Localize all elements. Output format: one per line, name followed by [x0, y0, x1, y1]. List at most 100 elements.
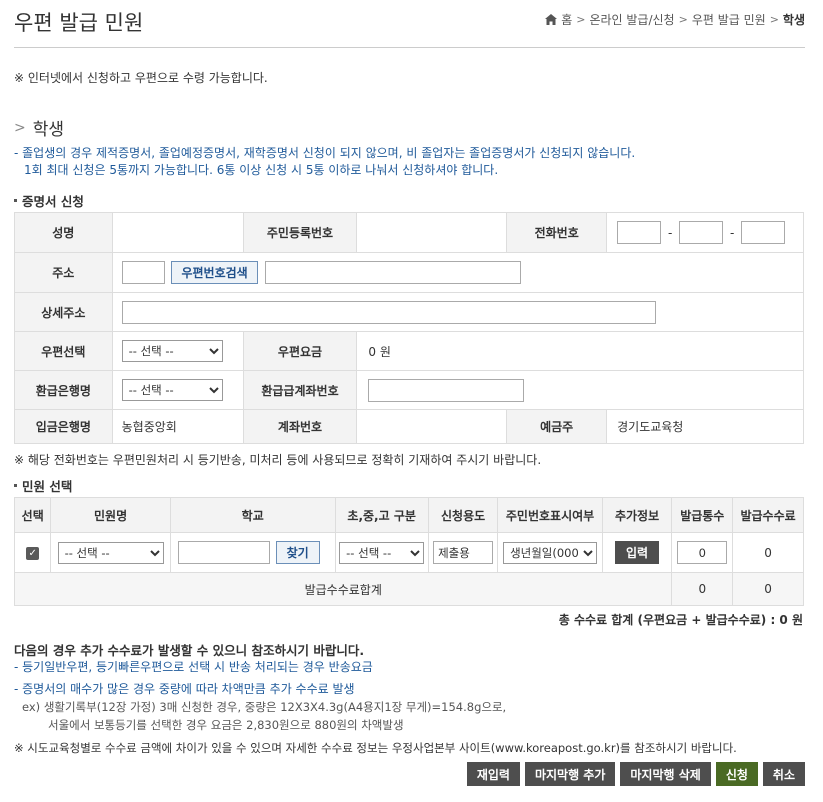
purpose-field[interactable] [433, 541, 494, 564]
count-field[interactable] [677, 541, 728, 564]
col-header-school: 학교 [169, 497, 336, 533]
col-header-select: 선택 [13, 497, 52, 533]
find-school-button[interactable]: 찾기 [275, 540, 320, 564]
phone-field-2[interactable] [679, 221, 724, 244]
civil-name-dropdown[interactable]: -- 선택 -- [57, 541, 164, 564]
rrn-value [356, 212, 508, 253]
cancel-button[interactable]: 취소 [762, 762, 805, 786]
cert-form-heading: 증명서 신청 [14, 191, 84, 210]
cert-form-heading-label: 증명서 신청 [22, 194, 84, 209]
refund-account-label: 환급급계좌번호 [242, 370, 358, 410]
section-note: - 졸업생의 경우 제적증명서, 졸업예정증명서, 재학증명서 신청이 되지 않… [14, 146, 636, 160]
bullet-icon [14, 199, 17, 202]
depositor-label: 예금주 [506, 409, 608, 444]
row-checkbox[interactable]: ✓ [26, 547, 40, 561]
zip-search-button[interactable]: 우편번호검색 [171, 260, 258, 284]
check-icon: ✓ [28, 547, 37, 559]
fee-value: 0 [732, 532, 804, 573]
rrn-display-cell: 생년월일(000 [497, 532, 603, 573]
action-bar: 재입력 마지막행 추가 마지막행 삭제 신청 취소 [466, 762, 805, 786]
breadcrumb-postal-issue[interactable]: 우편 발급 민원 [692, 11, 766, 28]
zip-code-field[interactable] [121, 261, 165, 285]
section-title: 학생 [32, 120, 65, 140]
detail-address-cell [111, 292, 805, 332]
chevron-right-icon: > [14, 119, 26, 136]
chevron-right-icon: > [678, 13, 688, 26]
civil-select-heading: 민원 선택 [14, 476, 72, 495]
bullet-icon [14, 484, 17, 487]
name-value [111, 212, 244, 253]
phone-separator: - [667, 225, 673, 240]
phone-field-1[interactable] [617, 221, 662, 244]
rrn-display-dropdown[interactable]: 생년월일(000 [503, 541, 598, 564]
deposit-bank-label: 입금은행명 [14, 409, 113, 444]
detail-address-label: 상세주소 [14, 292, 113, 332]
detail-address-field[interactable] [121, 300, 656, 324]
submit-button[interactable]: 신청 [715, 762, 758, 786]
breadcrumb-current: 학생 [782, 13, 805, 27]
phone-separator: - [729, 225, 735, 240]
school-level-cell: -- 선택 -- [334, 532, 429, 573]
select-cell: ✓ [13, 532, 52, 573]
cert-form-table: 성명 주민등록번호 전화번호 - - 주소 우편번호검색 상세주소 우편선택 -… [14, 212, 805, 444]
col-header-fee: 발급수수료 [732, 497, 804, 533]
table-row: ✓ -- 선택 -- 찾기 -- 선택 -- 생년월일(000 입력 [13, 532, 804, 573]
section-note: 1회 최대 신청은 5통까지 가능합니다. 6통 이상 신청 시 5통 이하로 … [24, 163, 499, 177]
col-header-school-level: 초,중,고 구분 [334, 497, 429, 533]
deposit-bank-value: 농협중앙회 [111, 409, 244, 444]
breadcrumb: 홈 > 온라인 발급/신청 > 우편 발급 민원 > 학생 [545, 11, 805, 28]
phone-note: ※ 해당 전화번호는 우편민원처리 시 등기반송, 미처리 등에 사용되므로 정… [14, 453, 542, 467]
post-select-dropdown[interactable]: -- 선택 -- [121, 340, 223, 362]
rrn-label: 주민등록번호 [242, 212, 358, 253]
school-cell: 찾기 [169, 532, 336, 573]
post-fee-label: 우편요금 [242, 331, 358, 371]
address-field[interactable] [264, 261, 521, 285]
extra-info-cell: 입력 [601, 532, 673, 573]
purpose-cell [427, 532, 499, 573]
col-header-purpose: 신청용도 [427, 497, 499, 533]
name-label: 성명 [14, 212, 113, 253]
title-divider [14, 47, 805, 48]
add-row-button[interactable]: 마지막행 추가 [524, 762, 616, 786]
sum-count: 0 [671, 572, 734, 606]
civil-select-heading-label: 민원 선택 [22, 479, 73, 494]
refund-account-cell [356, 370, 804, 410]
civil-select-table: 선택 민원명 학교 초,중,고 구분 신청용도 주민번호표시여부 추가정보 발급… [13, 497, 804, 606]
top-note: ※ 인터넷에서 신청하고 우편으로 수령 가능합니다. [14, 71, 268, 85]
section-notes: - 졸업생의 경우 제적증명서, 졸업예정증명서, 재학증명서 신청이 되지 않… [14, 145, 635, 179]
breadcrumb-online-issue[interactable]: 온라인 발급/신청 [589, 11, 674, 28]
chevron-right-icon: > [576, 13, 586, 26]
col-header-count: 발급통수 [671, 497, 734, 533]
reset-button[interactable]: 재입력 [466, 762, 520, 786]
phone-field-3[interactable] [741, 221, 786, 244]
refund-bank-dropdown[interactable]: -- 선택 -- [121, 379, 223, 401]
extra-fee-title: 다음의 경우 추가 수수료가 발생할 수 있으니 참조하시기 바랍니다. [14, 643, 365, 658]
post-select-cell: -- 선택 -- [111, 331, 244, 371]
post-select-label: 우편선택 [14, 331, 113, 371]
refund-account-field[interactable] [368, 378, 525, 402]
account-no-value [356, 409, 508, 444]
section-heading: > 학생 [14, 115, 65, 141]
depositor-value: 경기도교육청 [606, 409, 804, 444]
extra-info-input-button[interactable]: 입력 [615, 541, 660, 564]
school-field[interactable] [177, 541, 270, 565]
sum-label: 발급수수료합계 [13, 572, 673, 606]
col-header-civil-name: 민원명 [50, 497, 171, 533]
breadcrumb-home[interactable]: 홈 [561, 11, 572, 28]
page-title: 우편 발급 민원 [14, 11, 144, 35]
extra-note: ※ 시도교육청별로 수수료 금액에 차이가 있을 수 있으며 자세한 수수료 정… [14, 741, 737, 755]
count-cell [671, 532, 734, 573]
school-level-dropdown[interactable]: -- 선택 -- [339, 541, 425, 564]
post-fee-value: 0 원 [356, 331, 804, 371]
sum-fee: 0 [732, 572, 804, 606]
extra-fee-line: - 등기일반우편, 등기빠른우편으로 선택 시 반송 처리되는 경우 반송요금 [14, 660, 373, 674]
extra-example: 서울에서 보통등기를 선택한 경우 요금은 2,830원으로 880원의 차액발… [48, 718, 404, 732]
refund-bank-label: 환급은행명 [14, 370, 113, 410]
address-label: 주소 [14, 252, 113, 293]
col-header-rrn-display: 주민번호표시여부 [497, 497, 603, 533]
total-fee: 총 수수료 합계 (우편요금 + 발급수수료) : 0 원 [558, 613, 803, 627]
col-header-extra-info: 추가정보 [601, 497, 673, 533]
home-icon[interactable] [545, 14, 558, 25]
delete-row-button[interactable]: 마지막행 삭제 [620, 762, 711, 786]
civil-name-cell: -- 선택 -- [50, 532, 171, 573]
